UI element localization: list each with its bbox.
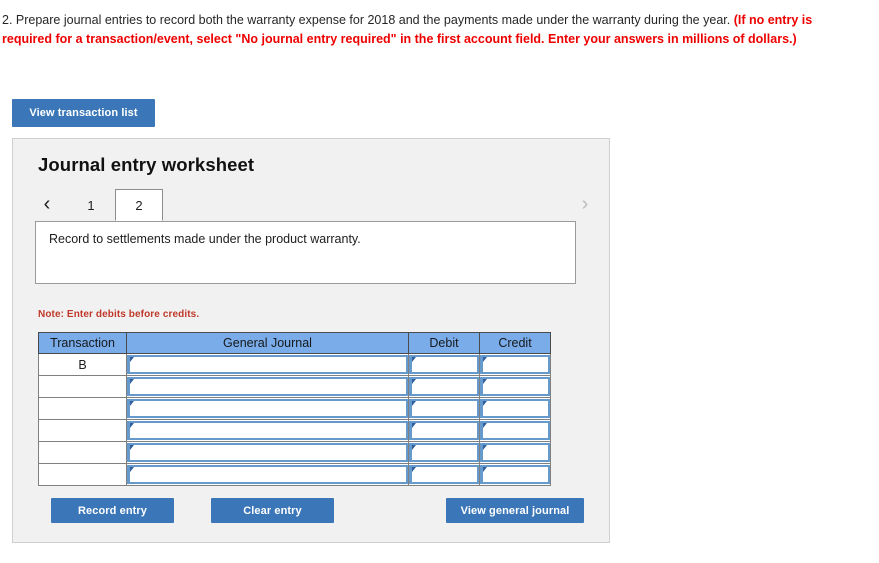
debit-input[interactable] <box>409 443 479 462</box>
tab-1[interactable]: 1 <box>67 189 115 221</box>
credit-input[interactable] <box>480 399 550 418</box>
worksheet-tabstrip: ‹ 1 2 › <box>35 187 597 223</box>
transaction-cell <box>38 441 127 464</box>
debit-cell <box>408 419 480 442</box>
general-journal-cell <box>126 463 409 486</box>
column-header-credit: Credit <box>479 332 551 354</box>
general-journal-input[interactable] <box>127 443 408 462</box>
tab-2[interactable]: 2 <box>115 189 163 221</box>
transaction-cell <box>38 419 127 442</box>
page-title: Journal entry worksheet <box>38 154 255 175</box>
credit-cell <box>479 419 551 442</box>
debit-input[interactable] <box>409 421 479 440</box>
table-row <box>38 419 551 442</box>
table-row <box>38 375 551 398</box>
prompt-normal-text: 2. Prepare journal entries to record bot… <box>2 13 734 27</box>
debit-input[interactable] <box>409 465 479 484</box>
general-journal-cell <box>126 397 409 420</box>
chevron-right-icon[interactable]: › <box>573 187 597 221</box>
column-header-debit: Debit <box>408 332 480 354</box>
journal-entry-worksheet-panel: Journal entry worksheet ‹ 1 2 › Record t… <box>12 138 610 543</box>
table-row: B <box>38 353 551 376</box>
debit-cell <box>408 353 480 376</box>
general-journal-cell <box>126 419 409 442</box>
view-transaction-list-button[interactable]: View transaction list <box>12 99 155 127</box>
credit-input[interactable] <box>480 421 550 440</box>
credit-input[interactable] <box>480 443 550 462</box>
table-row <box>38 397 551 420</box>
general-journal-input[interactable] <box>127 399 408 418</box>
debit-cell <box>408 375 480 398</box>
entry-description-text: Record to settlements made under the pro… <box>49 232 361 246</box>
debit-input[interactable] <box>409 355 479 374</box>
credit-input[interactable] <box>480 465 550 484</box>
credit-cell <box>479 397 551 420</box>
chevron-left-icon[interactable]: ‹ <box>35 187 59 221</box>
credit-cell <box>479 441 551 464</box>
table-header-row: Transaction General Journal Debit Credit <box>38 332 551 354</box>
debits-before-credits-note: Note: Enter debits before credits. <box>38 309 200 320</box>
general-journal-cell <box>126 375 409 398</box>
general-journal-input[interactable] <box>127 355 408 374</box>
general-journal-input[interactable] <box>127 377 408 396</box>
column-header-transaction: Transaction <box>38 332 127 354</box>
general-journal-cell <box>126 353 409 376</box>
credit-input[interactable] <box>480 355 550 374</box>
transaction-cell <box>38 463 127 486</box>
debit-input[interactable] <box>409 377 479 396</box>
view-general-journal-button[interactable]: View general journal <box>446 498 584 523</box>
entry-description-box: Record to settlements made under the pro… <box>35 221 576 284</box>
debit-cell <box>408 441 480 464</box>
general-journal-input[interactable] <box>127 421 408 440</box>
question-prompt: 2. Prepare journal entries to record bot… <box>2 11 864 48</box>
credit-cell <box>479 353 551 376</box>
credit-cell <box>479 463 551 486</box>
transaction-cell <box>38 375 127 398</box>
column-header-general-journal: General Journal <box>126 332 409 354</box>
clear-entry-button[interactable]: Clear entry <box>211 498 334 523</box>
debit-cell <box>408 397 480 420</box>
general-journal-cell <box>126 441 409 464</box>
transaction-cell <box>38 397 127 420</box>
table-row <box>38 463 551 486</box>
general-journal-table: Transaction General Journal Debit Credit… <box>38 332 551 486</box>
table-row <box>38 441 551 464</box>
general-journal-input[interactable] <box>127 465 408 484</box>
credit-cell <box>479 375 551 398</box>
transaction-cell: B <box>38 353 127 376</box>
record-entry-button[interactable]: Record entry <box>51 498 174 523</box>
debit-input[interactable] <box>409 399 479 418</box>
debit-cell <box>408 463 480 486</box>
credit-input[interactable] <box>480 377 550 396</box>
